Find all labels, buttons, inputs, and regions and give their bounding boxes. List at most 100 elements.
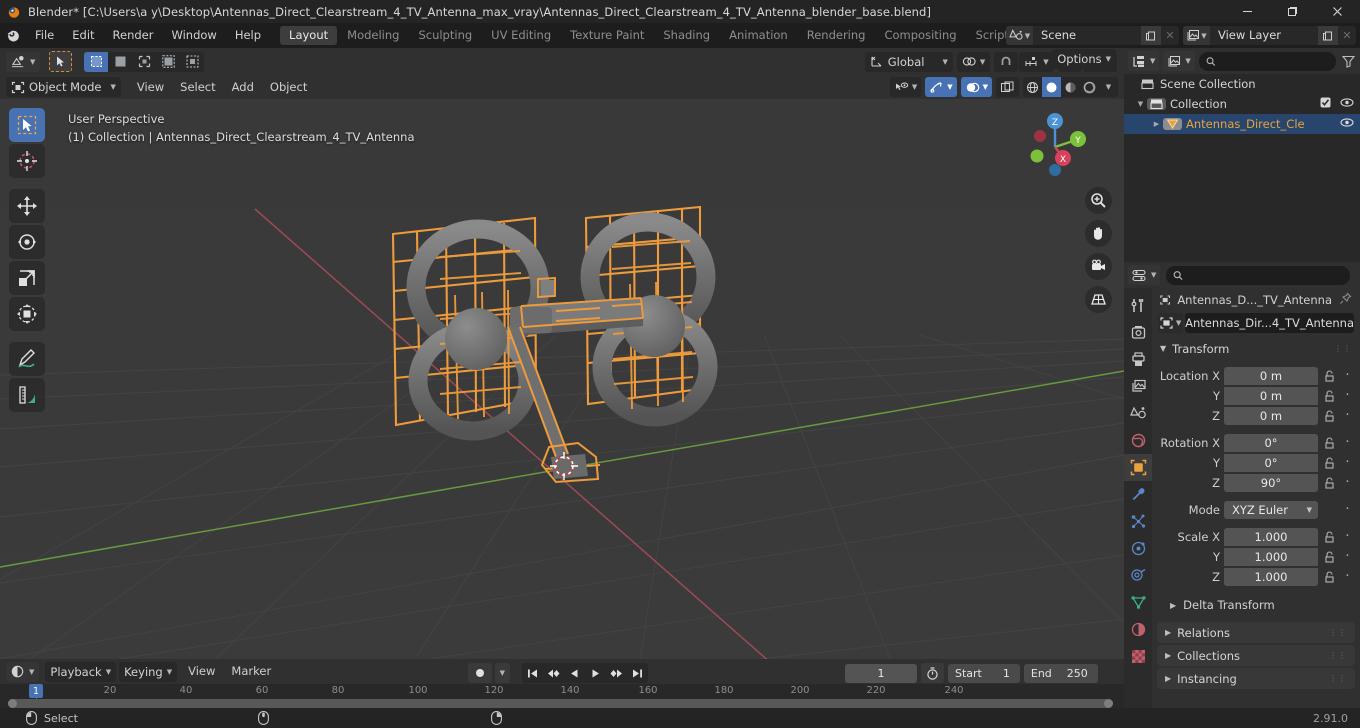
menu-help[interactable]: Help (227, 26, 269, 45)
outliner-row-antenna-object[interactable]: ▶ Antennas_Direct_Cle (1124, 114, 1360, 134)
lock-icon[interactable] (1322, 436, 1337, 449)
scale-x-field[interactable]: 1.000 (1224, 527, 1318, 546)
eye-icon[interactable] (1340, 97, 1354, 111)
collections-panel-header[interactable]: ▶ Collections ⋮⋮ (1157, 645, 1355, 666)
location-x-field[interactable]: 0 m (1224, 366, 1318, 385)
viewport-menu-view[interactable]: View (129, 78, 172, 97)
data-icon[interactable] (1124, 589, 1152, 616)
expand-triangle-object[interactable]: ▶ (1150, 120, 1163, 128)
snap-magnet-toggle[interactable] (994, 51, 1019, 72)
outliner-editor-type-selector[interactable]: ▼ (1128, 51, 1160, 71)
animate-dot-icon[interactable]: · (1341, 503, 1354, 516)
output-icon[interactable] (1124, 346, 1152, 373)
object-icon[interactable] (1124, 454, 1152, 481)
instancing-panel-header[interactable]: ▶ Instancing ⋮⋮ (1157, 668, 1355, 689)
rotation-z-field[interactable]: 90° (1224, 473, 1318, 492)
prev-keyframe-icon[interactable] (543, 663, 564, 683)
animate-dot-icon[interactable]: · (1341, 389, 1354, 402)
menu-edit[interactable]: Edit (64, 26, 102, 45)
menu-window[interactable]: Window (163, 26, 224, 45)
properties-search-input[interactable] (1188, 268, 1343, 282)
tab-layout[interactable]: Layout (280, 26, 338, 45)
maximize-button[interactable] (1270, 0, 1315, 23)
texture-icon[interactable] (1124, 643, 1152, 670)
scrollbar-handle-right[interactable] (1104, 699, 1113, 708)
tab-animation[interactable]: Animation (720, 26, 797, 45)
world-icon[interactable] (1124, 427, 1152, 454)
outliner-search-box[interactable] (1198, 51, 1336, 71)
play-icon[interactable] (585, 663, 606, 683)
timeline-menu-marker[interactable]: Marker (223, 662, 279, 681)
show-overlays-toggle[interactable]: ▼ (960, 77, 992, 97)
scrollbar-handle-left[interactable] (8, 699, 17, 708)
animate-dot-icon[interactable]: · (1341, 570, 1354, 583)
location-y-field[interactable]: 0 m (1224, 386, 1318, 405)
navigation-gizmo[interactable]: Z Y X (1018, 107, 1092, 181)
use-preview-range-toggle[interactable] (921, 663, 944, 683)
rendered-shading-icon[interactable] (1080, 77, 1099, 97)
show-gizmo-toggle[interactable]: ▼ (925, 77, 957, 97)
tab-shading[interactable]: Shading (654, 26, 719, 45)
pan-hand-icon[interactable] (1085, 220, 1112, 247)
animate-dot-icon[interactable]: · (1341, 436, 1354, 449)
object-mode-selector[interactable]: Object Mode ▼ (6, 77, 121, 97)
play-reverse-icon[interactable] (564, 663, 585, 683)
tool-icon[interactable] (1124, 292, 1152, 319)
expand-triangle-collection[interactable]: ▼ (1134, 100, 1147, 108)
properties-search-box[interactable] (1166, 265, 1350, 285)
transform-orientation-selector[interactable]: Global ▼ (864, 51, 953, 72)
constraints-icon[interactable] (1124, 562, 1152, 589)
animate-dot-icon[interactable]: · (1341, 409, 1354, 422)
select-box-icon[interactable] (84, 51, 109, 72)
timeline-editor-type-selector[interactable]: ▼ (6, 661, 40, 682)
auto-keying-toggle[interactable] (467, 663, 492, 683)
ortho-persp-grid-icon[interactable] (1085, 286, 1112, 313)
lock-icon[interactable] (1322, 476, 1337, 489)
remove-view-layer-button[interactable]: ✕ (1338, 26, 1356, 45)
new-scene-button[interactable] (1141, 26, 1161, 45)
timeline-track[interactable]: 20 40 60 80 100 120 140 160 180 200 220 … (0, 684, 1124, 708)
playhead[interactable]: 1 (29, 684, 44, 708)
scene-selector[interactable]: ▼ Scene ✕ (1006, 26, 1179, 45)
scene-name[interactable]: Scene (1033, 26, 1141, 45)
object-type-visibility-selector[interactable]: ▼ (889, 77, 922, 97)
select-extend-icon[interactable] (132, 51, 157, 72)
select-subtract-icon[interactable] (156, 51, 181, 72)
transform-panel-header[interactable]: ▼ Transform ⋮⋮ (1152, 338, 1360, 359)
animate-dot-icon[interactable]: · (1341, 476, 1354, 489)
tab-compositing[interactable]: Compositing (875, 26, 965, 45)
viewport-menu-object[interactable]: Object (262, 78, 315, 97)
outliner-search-input[interactable] (1220, 54, 1329, 68)
current-frame-field[interactable]: 1 (845, 663, 917, 683)
move-tool[interactable] (9, 189, 45, 223)
animate-dot-icon[interactable]: · (1341, 369, 1354, 382)
lock-icon[interactable] (1322, 456, 1337, 469)
camera-icon[interactable] (1085, 253, 1112, 280)
rotation-y-field[interactable]: 0° (1224, 453, 1318, 472)
tab-sculpting[interactable]: Sculpting (409, 26, 481, 45)
tab-uv-editing[interactable]: UV Editing (482, 26, 560, 45)
pin-icon[interactable] (1339, 292, 1352, 308)
animate-dot-icon[interactable]: · (1341, 530, 1354, 543)
scale-y-field[interactable]: 1.000 (1224, 547, 1318, 566)
lock-icon[interactable] (1322, 550, 1337, 563)
select-set-icon[interactable] (108, 51, 133, 72)
timeline-menu-view[interactable]: View (180, 662, 223, 681)
outliner-row-scene-collection[interactable]: Scene Collection (1124, 74, 1360, 94)
eye-icon[interactable] (1340, 117, 1354, 131)
auto-keying-options[interactable]: ▼ (494, 663, 510, 683)
view-layer-selector[interactable]: ▼ View Layer ✕ (1183, 26, 1356, 45)
menu-render[interactable]: Render (105, 26, 162, 45)
particles-icon[interactable] (1124, 508, 1152, 535)
scene-icon[interactable] (1124, 400, 1152, 427)
next-keyframe-icon[interactable] (606, 663, 627, 683)
timeline-menu-playback[interactable]: Playback ▼ (45, 661, 117, 682)
measure-tool[interactable] (9, 378, 45, 412)
checkbox-icon[interactable] (1320, 97, 1331, 111)
outliner-filter-button[interactable] (1340, 55, 1356, 68)
snap-target-selector[interactable]: ▼ (1019, 51, 1054, 72)
object-name-field[interactable]: Antennas_Dir...4_TV_Antenna (1185, 313, 1354, 333)
rotate-tool[interactable] (9, 225, 45, 259)
material-icon[interactable] (1124, 616, 1152, 643)
material-preview-shading-icon[interactable] (1061, 77, 1080, 97)
